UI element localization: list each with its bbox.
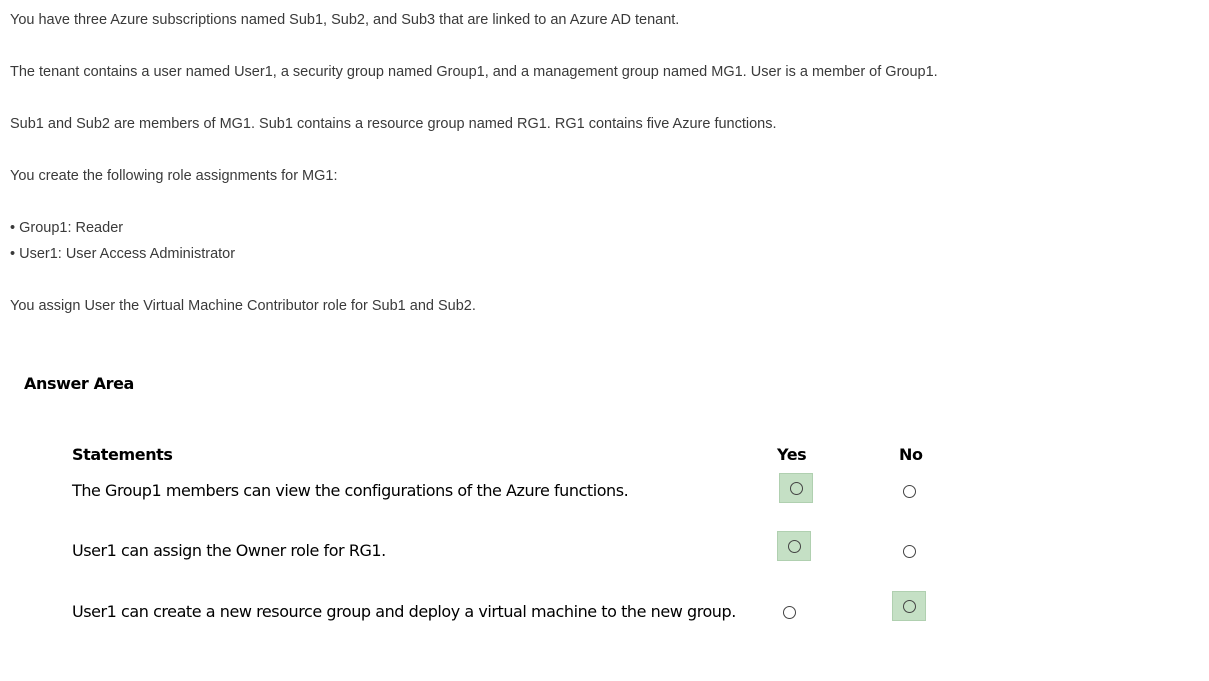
statement-2-yes-radio[interactable]: [777, 531, 811, 561]
question-line-vm-contributor: You assign User the Virtual Machine Cont…: [10, 298, 476, 314]
no-header: No: [899, 445, 923, 464]
radio-circle-icon: [782, 605, 796, 619]
statement-3-no-radio[interactable]: [892, 591, 926, 621]
statement-2-no-radio[interactable]: [892, 536, 926, 566]
radio-circle-icon: [902, 599, 916, 613]
radio-circle-icon: [787, 539, 801, 553]
question-bullet-group1: • Group1: Reader: [10, 220, 124, 236]
radio-circle-icon: [902, 544, 916, 558]
statement-1: The Group1 members can view the configur…: [72, 481, 629, 500]
question-line-subscriptions: You have three Azure subscriptions named…: [10, 12, 680, 28]
question-line-mg1: Sub1 and Sub2 are members of MG1. Sub1 c…: [10, 116, 777, 132]
answer-area-title: Answer Area: [24, 374, 134, 393]
question-line-tenant: The tenant contains a user named User1, …: [10, 64, 938, 80]
radio-circle-icon: [902, 484, 916, 498]
question-line-role-intro: You create the following role assignment…: [10, 168, 338, 184]
statement-3-yes-radio[interactable]: [772, 597, 806, 627]
statement-3: User1 can create a new resource group an…: [72, 602, 736, 621]
statement-2: User1 can assign the Owner role for RG1.: [72, 541, 386, 560]
statement-1-no-radio[interactable]: [892, 476, 926, 506]
question-bullet-user1: • User1: User Access Administrator: [10, 246, 236, 262]
statements-header: Statements: [72, 445, 173, 464]
statement-1-yes-radio[interactable]: [779, 473, 813, 503]
radio-circle-icon: [789, 481, 803, 495]
yes-header: Yes: [777, 445, 807, 464]
